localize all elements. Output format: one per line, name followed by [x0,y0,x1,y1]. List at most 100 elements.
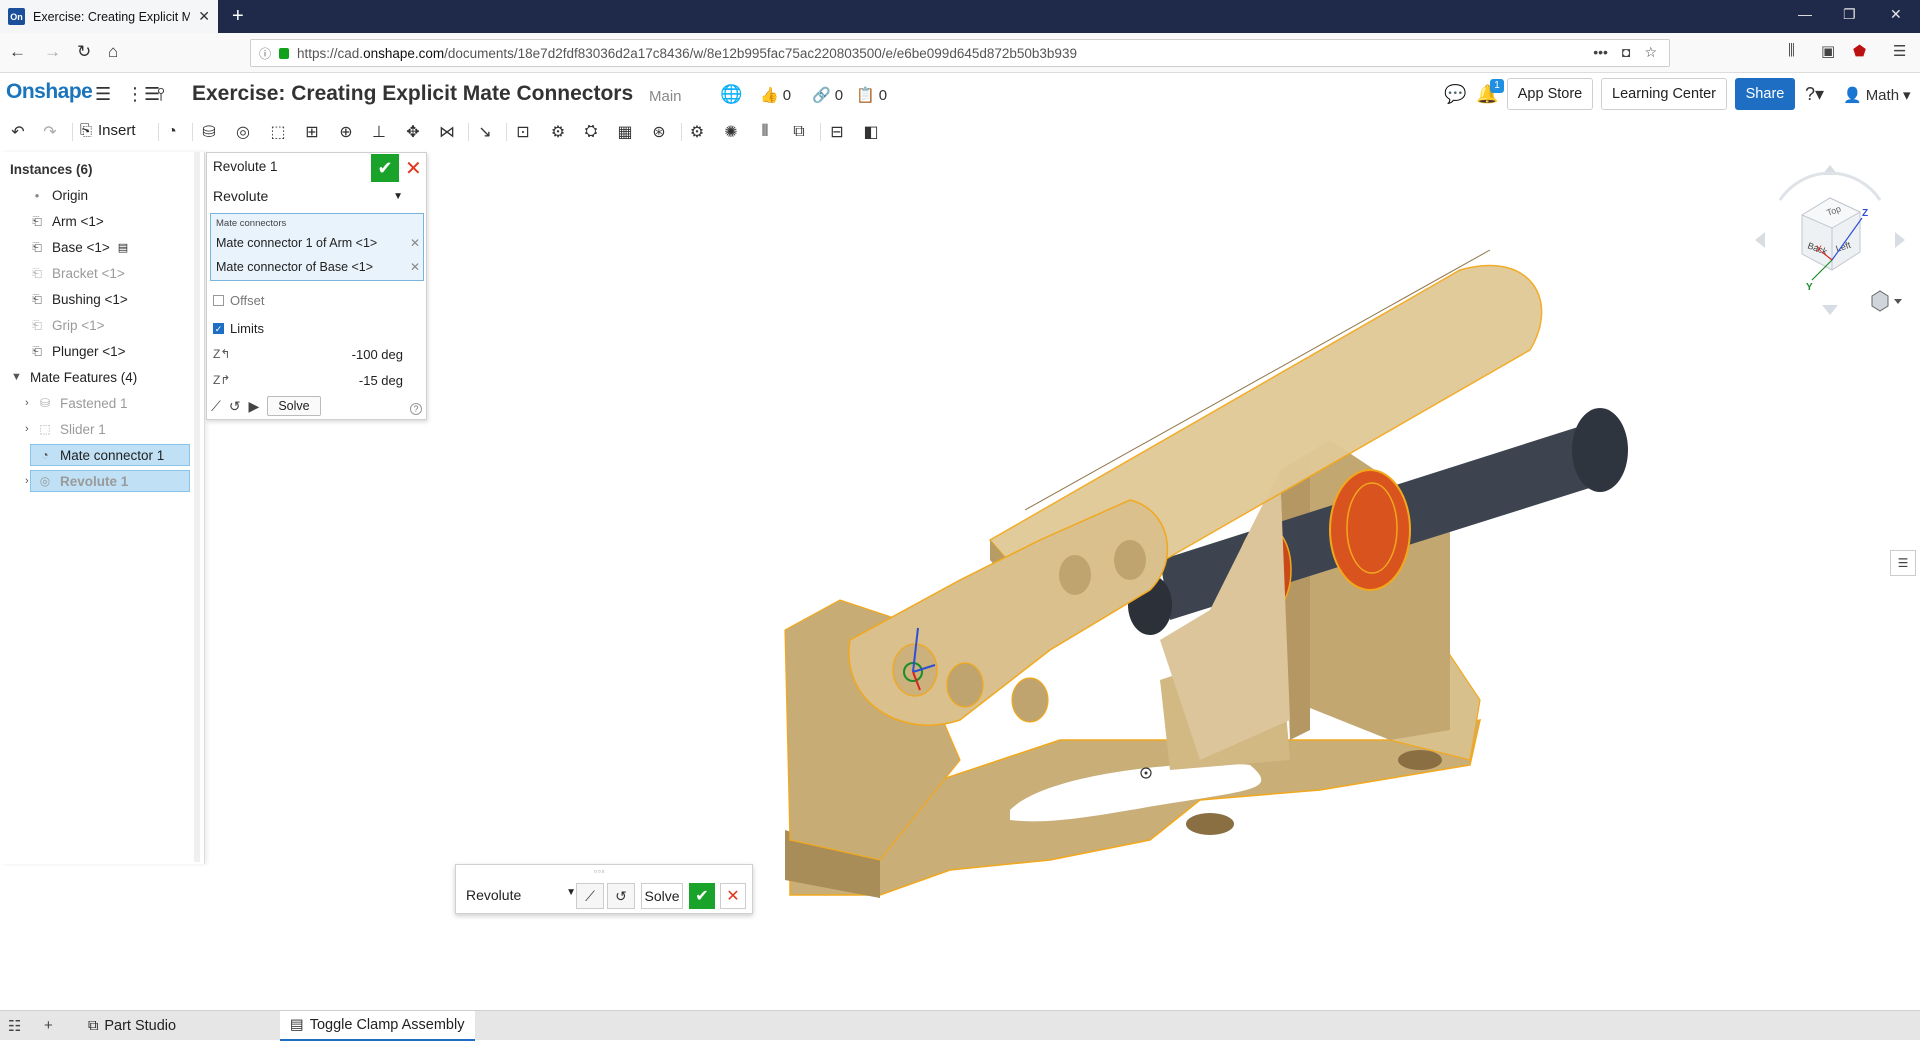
slider-mate-icon[interactable]: ⬚ [266,121,290,143]
flip-primary-axis-button[interactable]: ⟋ [576,883,604,909]
new-tab-icon[interactable]: + [232,5,244,28]
connector-entry[interactable]: Mate connector 1 of Arm <1> ✕ [216,236,420,250]
ublock-icon[interactable]: ⬟ [1853,42,1866,60]
circular-pattern-icon[interactable]: ✺ [719,121,743,143]
learning-center-button[interactable]: Learning Center [1601,78,1727,110]
close-tab-icon[interactable]: ✕ [198,8,210,25]
cylindrical-mate-icon[interactable]: ⊕ [334,121,358,143]
bookmark-star-icon[interactable]: ☆ [1644,44,1657,61]
instance-list-scrollbar[interactable] [194,152,200,862]
mini-solve-button[interactable]: Solve [641,883,683,909]
configuration-icon[interactable]: ⫯ [157,84,165,105]
app-store-button[interactable]: App Store [1507,78,1593,110]
rotate-down-icon[interactable] [1822,305,1838,315]
flip-axis-icon[interactable]: ⟋ [211,398,221,415]
instance-origin[interactable]: ● Origin [30,184,88,206]
replicate-icon[interactable]: ⫴ [753,121,777,143]
mate-revolute-1[interactable]: ◎ Revolute 1 [38,470,129,492]
drag-handle-icon[interactable]: ▫▫▫ [594,867,606,876]
pin-slot-mate-icon[interactable]: ⊥ [367,121,391,143]
group-icon[interactable]: ⊡ [511,121,535,143]
rotate-left-icon[interactable] [1755,232,1765,248]
remove-icon[interactable]: ✕ [410,236,420,250]
back-icon[interactable]: ← [9,42,26,62]
mini-accept-button[interactable]: ✔ [689,883,715,909]
reorient-icon[interactable]: ↺ [229,398,241,415]
share-button[interactable]: Share [1735,78,1795,110]
reload-icon[interactable]: ↻ [77,42,91,62]
animate-play-icon[interactable]: ▶ [249,398,260,415]
mini-cancel-button[interactable]: ✕ [720,883,746,909]
home-icon[interactable]: ⌂ [108,42,118,62]
gear-relation-icon[interactable]: ⛭ [579,121,603,143]
instance-base[interactable]: ⎗ Base <1> ▤ [30,236,128,258]
tab-part-studio[interactable]: ⧉ Part Studio [78,1011,278,1041]
expand-icon[interactable]: › [25,475,29,487]
main-menu-icon[interactable]: ☰ [95,84,111,105]
relation-icon[interactable]: ⚙ [546,121,570,143]
view-options-icon[interactable] [1871,290,1889,312]
reorient-secondary-axis-button[interactable]: ↺ [607,883,635,909]
insert-button[interactable]: ⎘ Insert [80,122,136,139]
instance-grip[interactable]: ⎗ Grip <1> [30,314,104,336]
forward-icon[interactable]: → [44,42,61,62]
screw-relation-icon[interactable]: ⊛ [647,121,671,143]
copies-count[interactable]: 📋 0 [856,86,887,105]
mate-connector-icon[interactable]: ◔ [160,121,184,143]
document-title[interactable]: Exercise: Creating Explicit Mate Connect… [192,82,633,106]
expand-icon[interactable]: › [25,423,29,435]
instance-arm[interactable]: ⎗ Arm <1> [30,210,104,232]
mate-connectors-field[interactable]: Mate connectors Mate connector 1 of Arm … [210,213,424,281]
feature-list-icon[interactable]: ⋮☰ [126,84,160,105]
mate-connector-1[interactable]: ◔ Mate connector 1 [38,444,164,466]
mate-fastened-1[interactable]: ⛁ Fastened 1 [38,392,128,414]
mate-slider-1[interactable]: ⬚ Slider 1 [38,418,105,440]
measure-icon[interactable]: ⊟ [825,121,849,143]
explode-icon[interactable]: ⧉ [787,121,811,143]
user-menu[interactable]: 👤 Math ▾ [1843,86,1911,105]
rack-pinion-icon[interactable]: ▦ [613,121,637,143]
section-view-icon[interactable]: ◧ [859,121,883,143]
info-icon[interactable]: ⓘ [259,45,271,62]
library-icon[interactable]: ⫼ [1788,42,1795,59]
solve-button[interactable]: Solve [267,396,321,416]
view-cube[interactable]: Top Back Left Z Y X [1750,160,1910,320]
onshape-logo[interactable]: Onshape [6,80,93,104]
linear-pattern-icon[interactable]: ⚙ [685,121,709,143]
likes-count[interactable]: 👍 0 [760,86,791,105]
browser-tab[interactable]: On Exercise: Creating Explicit Mate ✕ [0,0,218,33]
restore-icon[interactable]: ❐ [1843,6,1856,23]
mate-features-heading[interactable]: Mate Features (4) [30,366,137,388]
expand-icon[interactable]: › [25,397,29,409]
ball-mate-icon[interactable]: ✥ [401,121,425,143]
fastened-mate-icon[interactable]: ⛁ [197,121,221,143]
help-icon[interactable]: ?▾ [1805,84,1824,105]
parallel-mate-icon[interactable]: ⋈ [435,121,459,143]
instance-bushing[interactable]: ⎗ Bushing <1> [30,288,128,310]
redo-icon[interactable]: ↷ [38,121,62,143]
instance-plunger[interactable]: ⎗ Plunger <1> [30,340,125,362]
revolute-mate-icon[interactable]: ◎ [231,121,255,143]
limit-max-field[interactable]: Z↱ -15 deg [213,373,403,388]
limits-checkbox[interactable]: ✓ Limits [213,321,264,336]
add-tab-icon[interactable]: + [44,1017,53,1034]
address-bar[interactable]: ⓘ https://cad.onshape.com/documents/18e7… [250,39,1670,67]
help-icon[interactable]: ? [410,403,422,415]
pocket-icon[interactable]: ◘ [1622,44,1630,61]
chevron-down-icon[interactable] [1894,299,1902,304]
mate-type-select[interactable]: Revolute ▼ [213,185,403,207]
comments-icon[interactable]: 💬 [1444,84,1466,105]
bom-panel-icon[interactable]: ☰ [1890,550,1916,576]
globe-icon[interactable]: 🌐 [720,84,742,105]
rotate-right-icon[interactable] [1895,232,1905,248]
minimize-icon[interactable]: — [1798,6,1812,22]
sidebar-icon[interactable]: ▣ [1821,42,1835,60]
offset-checkbox[interactable]: Offset [213,293,264,308]
browser-menu-icon[interactable]: ☰ [1893,42,1906,60]
tangent-mate-icon[interactable]: ↘ [473,121,497,143]
collapse-mates-icon[interactable]: ▼ [11,371,22,383]
instance-bracket[interactable]: ⎗ Bracket <1> [30,262,125,284]
links-count[interactable]: 🔗 0 [812,86,843,105]
accept-button[interactable]: ✔ [371,154,399,182]
close-window-icon[interactable]: ✕ [1890,6,1902,23]
